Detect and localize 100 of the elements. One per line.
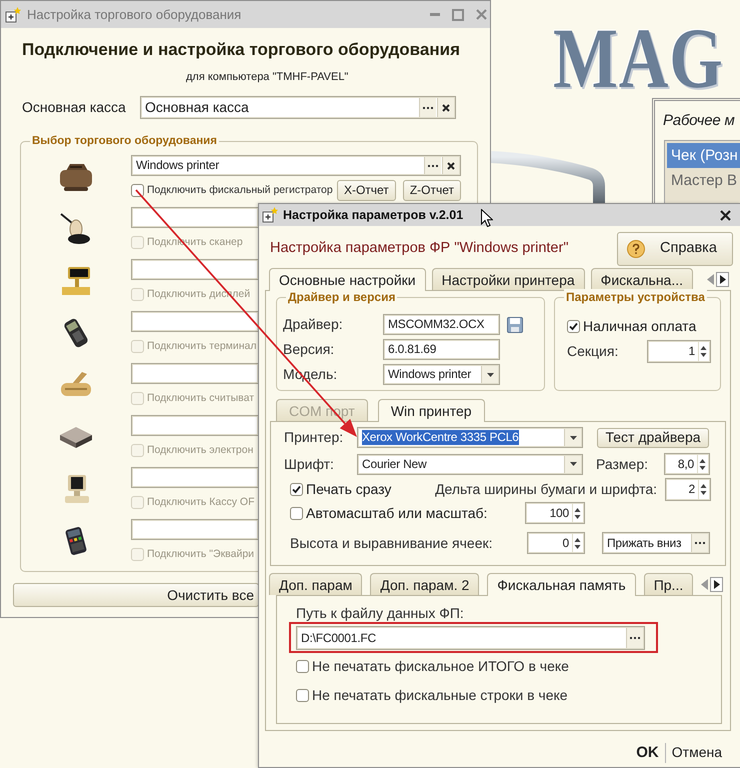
select-button[interactable] [626,628,643,648]
spin-arrows-icon[interactable] [700,483,707,496]
tab[interactable]: Фискальна... [590,268,694,290]
save-icon[interactable] [507,316,523,332]
list-item[interactable]: Мастер В [667,168,740,193]
caret-icon [570,462,576,466]
checkbox-label: Подключить электрон [147,444,254,457]
checkbox-label: Печать сразу [306,481,392,498]
clear-button[interactable] [442,157,459,174]
form-heading: Подключение и настройка торгового оборудования [22,39,460,61]
number-field[interactable]: 0 [527,532,585,554]
select-button[interactable] [419,98,436,117]
cross-icon [442,104,450,112]
checkbox[interactable] [131,184,144,197]
number-field[interactable]: 100 [525,502,585,524]
caret-icon [486,372,494,376]
logo-text: MAG [553,22,724,94]
close-icon[interactable] [720,210,731,220]
checkbox-label: Подключить Кассу OF [147,496,255,509]
cancel-button[interactable]: Отмена [668,744,725,761]
number-field[interactable]: 1 [647,340,711,363]
field-label: Размер: [596,456,650,472]
combo-box[interactable]: Xerox WorkCentre 3335 PCL6 [357,427,583,448]
report-button[interactable]: X-Отчет [336,180,396,201]
device-field[interactable] [131,311,259,332]
ok-button[interactable]: OK [633,744,662,762]
checkbox-label: Наличная оплата [583,318,696,334]
checkbox[interactable] [296,660,309,672]
checkbox[interactable] [567,320,580,332]
field-label: Драйвер: [283,316,344,333]
scroll-right-icon[interactable] [716,272,729,286]
field-label: Принтер: [284,429,344,446]
checkbox-label: Подключить терминал [147,340,257,353]
combo-box[interactable]: Courier New [357,454,583,474]
tab[interactable]: Настройки принтера [432,268,585,290]
field-label: Шрифт: [284,456,335,472]
field-label: Основная касса [22,99,127,116]
checkbox[interactable] [290,506,303,520]
list-item[interactable]: Чек (Розн [667,143,740,168]
receipt-printer-icon [58,161,94,193]
device-field[interactable]: Windows printer [131,155,461,176]
field-label: Путь к файлу данных ФП: [296,604,465,622]
scroll-left-icon[interactable] [707,274,714,284]
clear-button[interactable] [437,98,454,117]
combo-box[interactable]: Windows printer [383,364,500,385]
checkbox[interactable] [290,483,303,496]
number-field[interactable]: 8,0 [664,453,710,475]
spin-arrows-icon[interactable] [574,536,581,550]
input-field[interactable]: MSCOMM32.OCX [383,314,500,335]
checkbox[interactable] [296,688,309,702]
device-field[interactable] [131,519,259,540]
report-button[interactable]: Z-Отчет [402,180,461,201]
device-field[interactable] [131,467,259,488]
help-button[interactable]: Справка [617,232,733,266]
document-star-icon [5,6,21,22]
input-field[interactable]: 6.0.81.69 [383,339,500,360]
dropdown-button[interactable] [564,429,581,446]
field-label: Секция: [567,343,620,360]
computer-caption: для компьютера "TMHF-PAVEL" [186,70,348,84]
device-field[interactable] [131,259,259,280]
checkbox-label: Не печатать фискальное ИТОГО в чеке [312,658,569,674]
checkbox-label: Не печатать фискальные строки в чеке [312,686,568,704]
window-title: Настройка параметров v.2.01 [283,208,464,222]
dialog-heading: Настройка параметров ФР "Windows printer" [269,240,568,258]
tab[interactable]: Доп. парам. 2 [370,573,480,595]
device-field[interactable] [131,363,259,384]
register-field[interactable]: Основная касса [140,96,456,119]
tab[interactable]: Win принтер [378,399,485,422]
scroll-right-icon[interactable] [710,576,724,592]
device-field[interactable] [131,207,259,228]
dropdown-button[interactable] [481,366,498,383]
spin-arrows-icon[interactable] [574,506,581,520]
group-title: Параметры устройства [564,289,707,305]
file-path-field[interactable]: D:\FC0001.FC [296,626,645,650]
select-button[interactable] [691,534,708,552]
spin-arrows-icon[interactable] [700,345,707,358]
tab[interactable]: Пр... [644,573,694,595]
clear-all-button[interactable]: Очистить все [13,583,259,607]
group-title: Выбор торгового оборудования [30,133,219,149]
checkbox-label: Подключить "Эквайри [147,548,254,561]
checkbox-label: Автомасштаб или масштаб: [306,504,488,522]
panel-title: Рабочее м [663,111,736,131]
field-label: Высота и выравнивание ячеек: [290,534,494,552]
mouse-cursor-icon [481,209,493,228]
field-label: Версия: [283,341,336,358]
test-driver-button[interactable]: Тест драйвера [597,428,709,448]
input-field[interactable]: Прижать вниз [602,532,710,554]
checkbox-label: Подключить считыват [147,392,254,405]
field-label: Дельта ширины бумаги и шрифта: [435,481,657,498]
tab[interactable]: Основные настройки [269,268,426,291]
dropdown-button[interactable] [564,456,581,472]
spin-arrows-icon[interactable] [699,458,706,470]
number-field[interactable]: 2 [665,478,711,501]
caret-icon [570,436,576,440]
window-title: Настройка торгового оборудования [27,6,242,22]
device-field[interactable] [131,415,259,436]
tab[interactable]: Доп. парам [269,573,362,595]
checkbox-label: Подключить фискальный регистратор [147,184,333,197]
tab[interactable]: Фискальная память [487,573,636,596]
select-button[interactable] [424,157,441,174]
